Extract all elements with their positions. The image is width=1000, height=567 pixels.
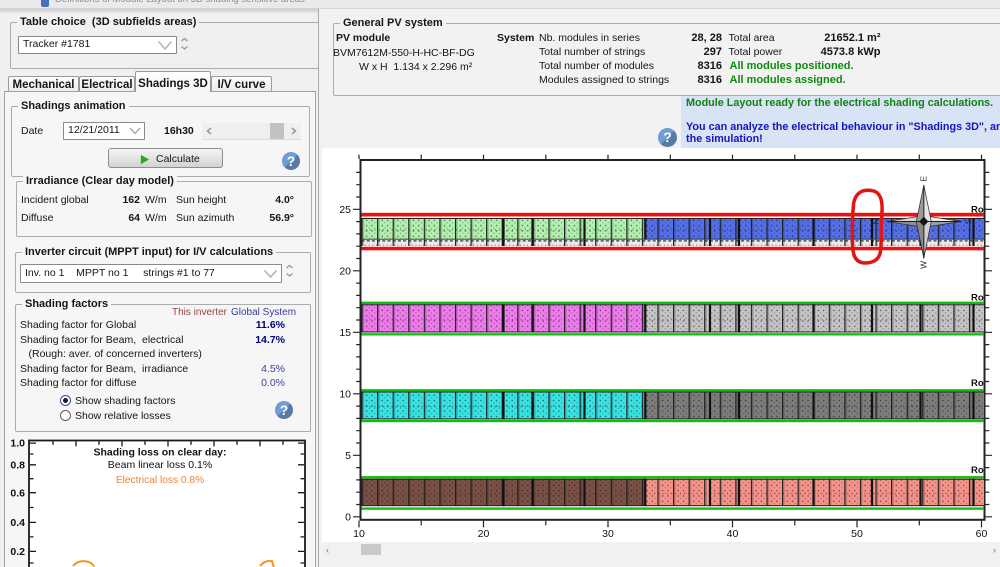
svg-text:E: E [919,176,929,182]
svg-text:S: S [963,218,973,224]
svg-text:Beam linear loss 0.1%: Beam linear loss 0.1% [108,459,212,471]
svg-text:1.0: 1.0 [10,438,25,450]
svg-text:20: 20 [478,528,490,540]
svg-text:30: 30 [602,528,614,540]
svg-text:Electrical loss 0.8%: Electrical loss 0.8% [116,475,204,486]
svg-text:40: 40 [727,528,739,540]
svg-text:0.2: 0.2 [10,546,25,558]
svg-text:10: 10 [353,528,365,540]
svg-text:W: W [919,261,929,269]
svg-text:0.8: 0.8 [10,459,25,471]
svg-text:Ro: Ro [971,378,984,389]
svg-text:50: 50 [851,528,863,540]
svg-text:0.6: 0.6 [10,487,25,499]
svg-text:Shading loss on clear day:: Shading loss on clear day: [93,447,226,459]
svg-text:15: 15 [339,327,351,339]
svg-text:5: 5 [345,450,351,462]
svg-text:0.4: 0.4 [10,517,25,529]
svg-text:Ro: Ro [971,292,984,303]
svg-text:20: 20 [339,265,351,277]
svg-text:Ro: Ro [971,465,984,476]
svg-text:25: 25 [339,204,351,216]
svg-text:0: 0 [345,511,351,523]
svg-text:10: 10 [339,388,351,400]
svg-text:N: N [871,218,881,224]
svg-text:60: 60 [976,528,988,540]
svg-text:Ro: Ro [971,204,984,215]
